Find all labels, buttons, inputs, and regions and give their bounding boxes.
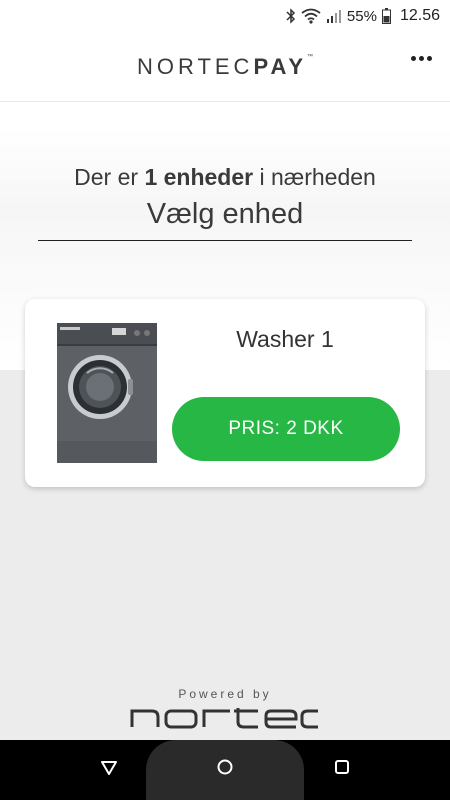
device-card[interactable]: Washer 1 PRIS: 2 DKK bbox=[25, 299, 425, 487]
back-triangle-icon[interactable] bbox=[100, 758, 118, 781]
home-circle-icon[interactable] bbox=[216, 758, 234, 781]
device-count: 1 enheder bbox=[144, 164, 254, 190]
brand-name-light: NORTEC bbox=[136, 53, 254, 79]
nearby-suffix: i nærheden bbox=[253, 164, 376, 190]
app-header: NORTECPAY™ bbox=[0, 32, 450, 102]
select-device-title: Vælg enhed bbox=[146, 198, 304, 230]
powered-by-text: Powered by bbox=[178, 687, 272, 701]
wifi-icon bbox=[301, 8, 321, 24]
recent-square-icon[interactable] bbox=[333, 758, 351, 781]
brand-logo: NORTECPAY™ bbox=[137, 54, 313, 80]
battery-percent: 55% bbox=[346, 7, 377, 25]
brand-trademark: ™ bbox=[307, 53, 314, 60]
signal-icon bbox=[326, 8, 342, 24]
status-bar: 55% 12.56 bbox=[0, 0, 450, 32]
device-name: Washer 1 bbox=[236, 326, 334, 352]
nearby-prefix: Der er bbox=[74, 164, 145, 190]
bluetooth-icon bbox=[286, 8, 296, 24]
nortec-logo bbox=[130, 708, 318, 729]
navigation-bar bbox=[0, 740, 450, 800]
more-icon[interactable] bbox=[411, 56, 432, 61]
brand-name-bold: PAY bbox=[253, 53, 308, 79]
price-button[interactable]: PRIS: 2 DKK bbox=[172, 397, 400, 461]
divider bbox=[38, 240, 412, 241]
battery-icon bbox=[381, 8, 391, 24]
nearby-devices-text: Der er 1 enheder i nærheden bbox=[0, 164, 450, 191]
clock: 12.56 bbox=[399, 7, 440, 24]
washing-machine-image bbox=[57, 323, 157, 463]
